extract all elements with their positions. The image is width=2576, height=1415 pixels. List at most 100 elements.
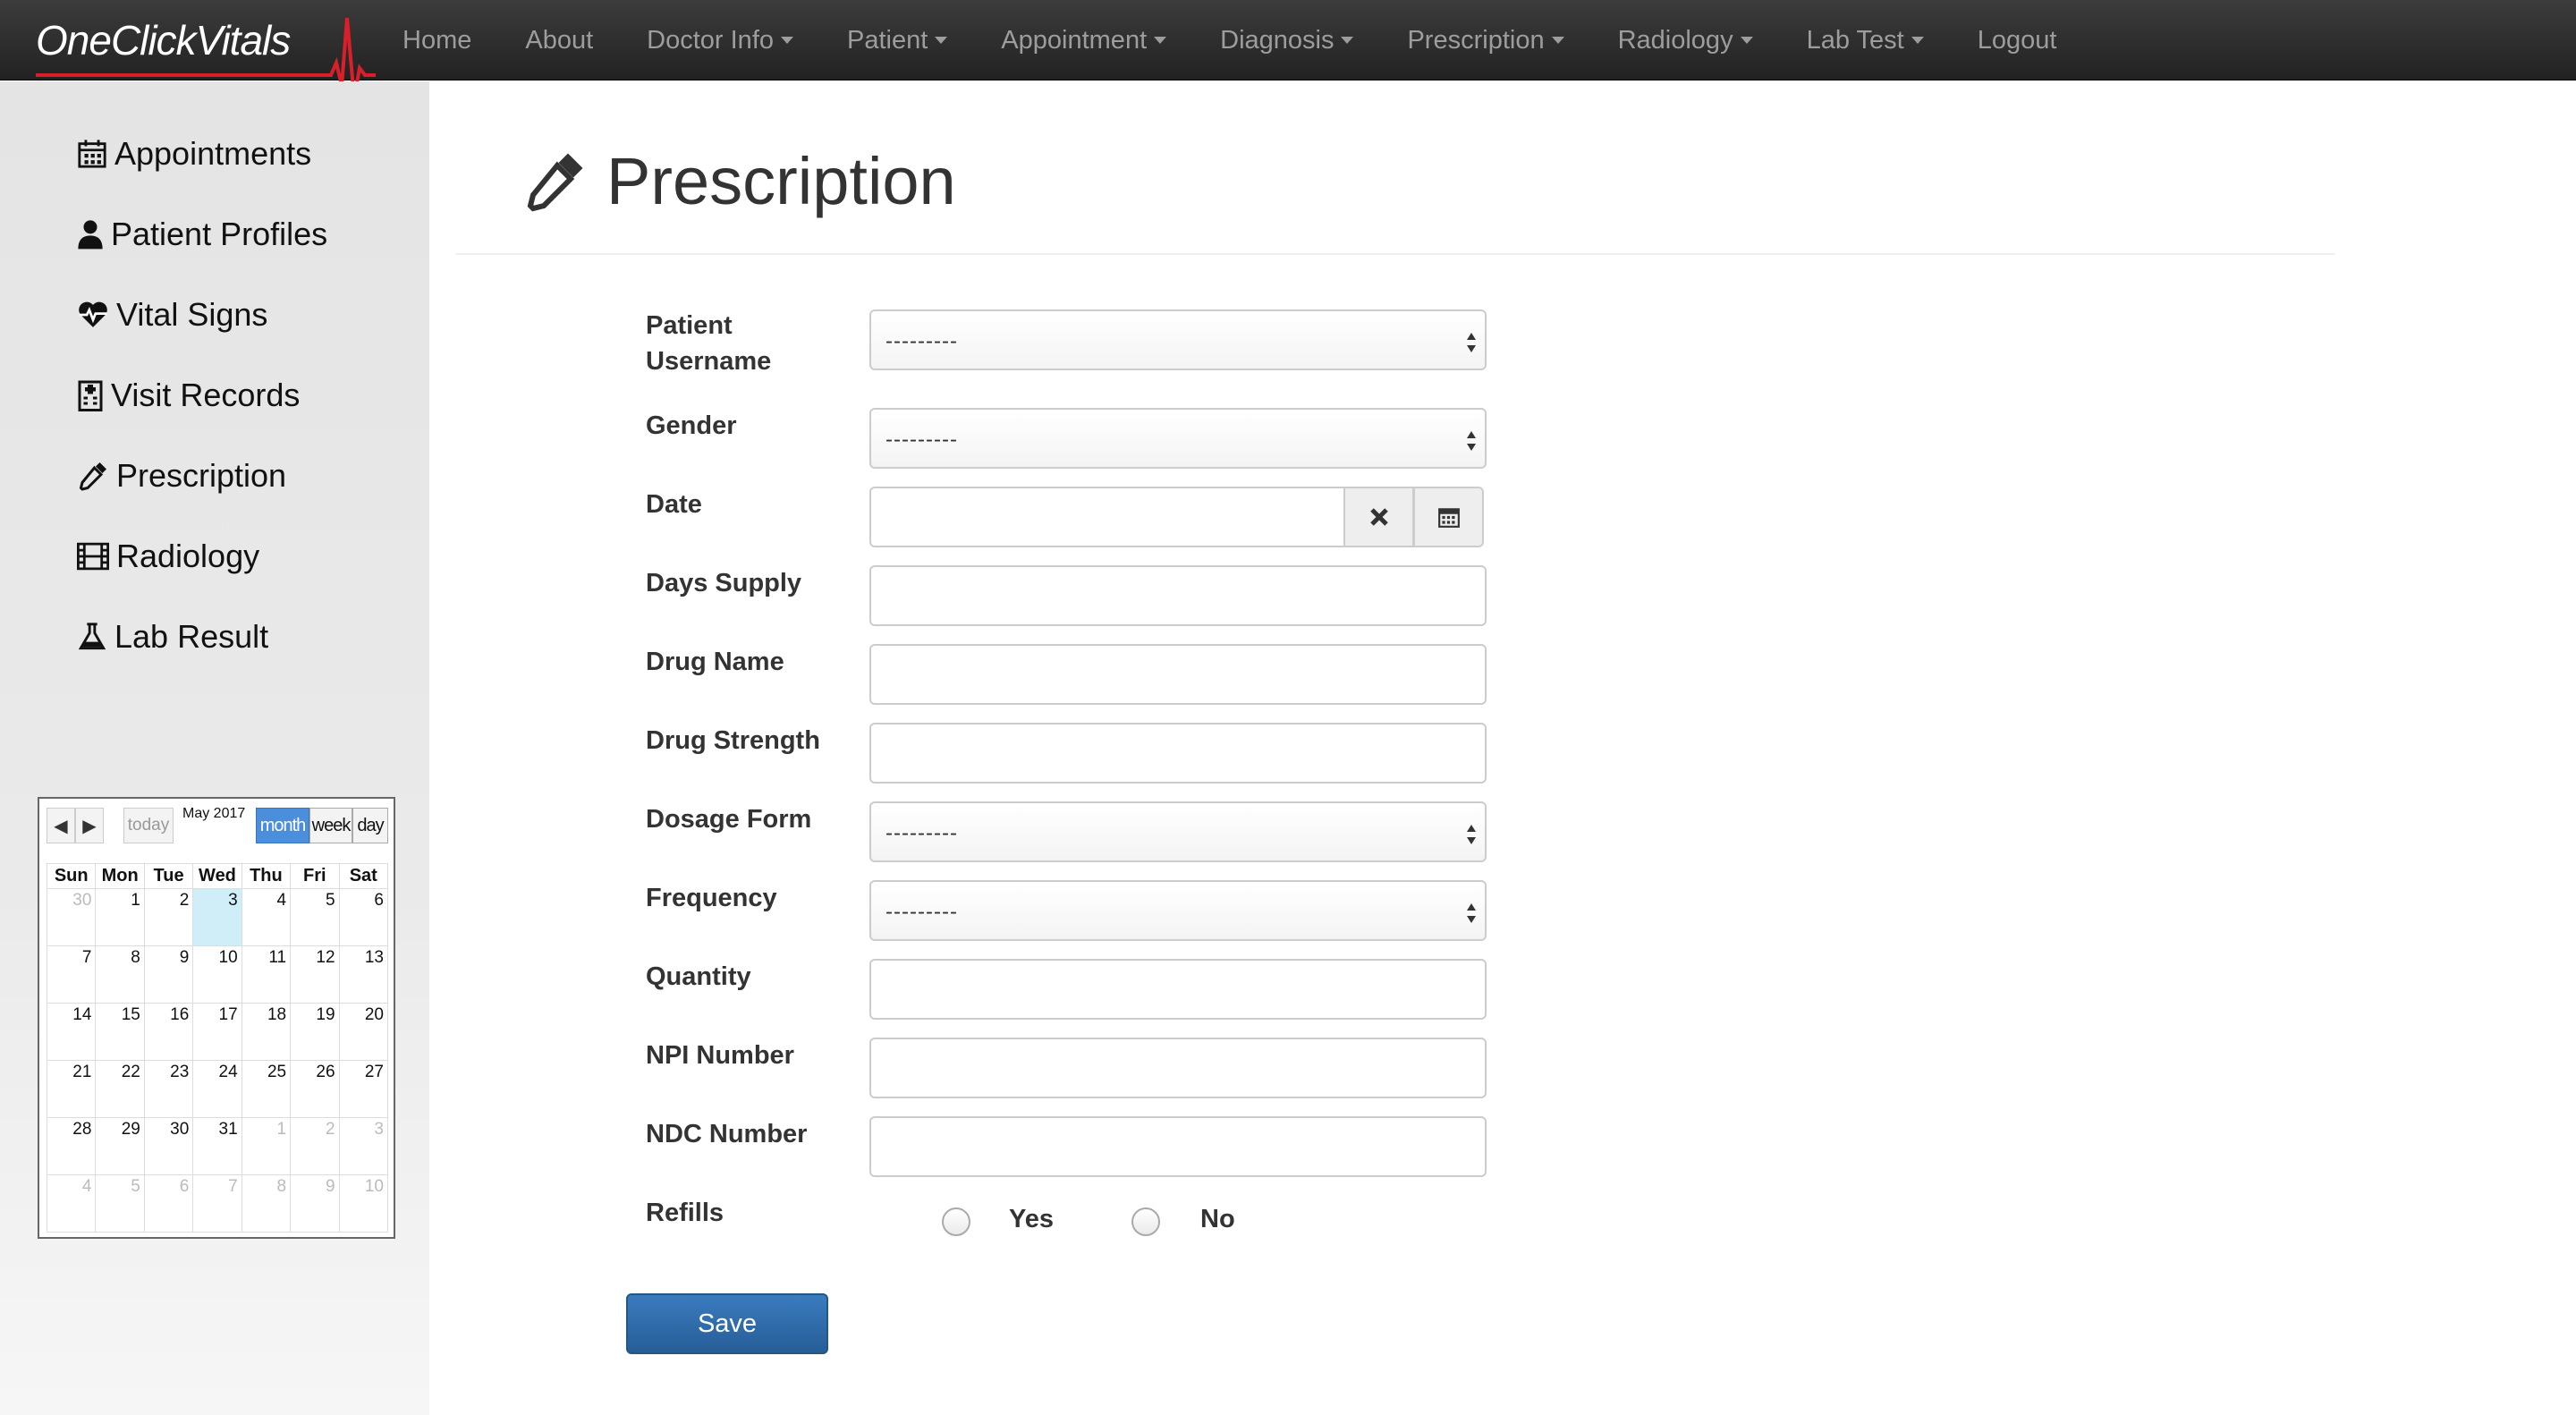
calendar-day[interactable]: 7: [192, 1174, 242, 1233]
calendar-day[interactable]: 12: [290, 945, 340, 1004]
date-input[interactable]: [869, 487, 1345, 547]
nav-about[interactable]: About: [525, 26, 593, 55]
calendar-day[interactable]: 2: [143, 888, 194, 946]
ndc-number-label: NDC Number: [646, 1120, 808, 1148]
nav-prescription[interactable]: Prescription: [1407, 26, 1564, 55]
sidebar-item-prescription[interactable]: Prescription: [77, 457, 286, 495]
nav-logout[interactable]: Logout: [1978, 26, 2057, 55]
calendar-day[interactable]: 6: [338, 888, 389, 946]
calendar-day[interactable]: 15: [95, 1003, 145, 1061]
calendar-day-today[interactable]: 3: [192, 888, 242, 946]
calendar-day[interactable]: 3: [338, 1117, 389, 1175]
calendar-today-button[interactable]: today: [123, 808, 174, 843]
select-value: ---------: [886, 329, 958, 353]
calendar-day[interactable]: 9: [143, 945, 194, 1004]
calendar-day[interactable]: 24: [192, 1060, 242, 1118]
calendar-prev-button[interactable]: ◀: [47, 808, 75, 843]
sidebar-item-radiology[interactable]: Radiology: [77, 538, 259, 575]
gender-select[interactable]: ---------: [869, 408, 1487, 469]
sidebar-item-visit-records[interactable]: Visit Records: [77, 377, 300, 414]
calendar-day[interactable]: 4: [241, 888, 292, 946]
calendar-day[interactable]: 22: [95, 1060, 145, 1118]
calendar-day[interactable]: 21: [46, 1060, 97, 1118]
weekday-header: Sat: [338, 863, 389, 889]
triangle-left-icon: ◀: [54, 816, 68, 836]
days-supply-input[interactable]: [869, 565, 1487, 626]
calendar-day[interactable]: 13: [338, 945, 389, 1004]
film-icon: [77, 542, 109, 571]
dosage-form-label: Dosage Form: [646, 805, 812, 834]
calendar-month-view-button[interactable]: month: [256, 808, 309, 843]
calendar-day[interactable]: 25: [241, 1060, 292, 1118]
npi-number-input[interactable]: [869, 1038, 1487, 1098]
calendar-day[interactable]: 27: [338, 1060, 389, 1118]
select-value: ---------: [886, 900, 958, 924]
quantity-input[interactable]: [869, 959, 1487, 1020]
calendar-day[interactable]: 14: [46, 1003, 97, 1061]
nav-doctor-info[interactable]: Doctor Info: [647, 26, 793, 55]
calendar-day[interactable]: 5: [290, 888, 340, 946]
calendar-day[interactable]: 26: [290, 1060, 340, 1118]
page-title: Prescription: [606, 144, 956, 218]
open-datepicker-button[interactable]: [1413, 487, 1484, 547]
ndc-number-input[interactable]: [869, 1116, 1487, 1177]
weekday-header: Tue: [143, 863, 194, 889]
frequency-select[interactable]: ---------: [869, 880, 1487, 941]
calendar-next-button[interactable]: ▶: [75, 808, 104, 843]
nav-diagnosis[interactable]: Diagnosis: [1220, 26, 1354, 55]
nav-lab-test[interactable]: Lab Test: [1807, 26, 1924, 55]
save-button[interactable]: Save: [626, 1293, 828, 1354]
calendar-day[interactable]: 9: [290, 1174, 340, 1233]
calendar-day-view-button[interactable]: day: [352, 808, 388, 843]
sidebar-item-lab-result[interactable]: Lab Result: [77, 618, 268, 656]
select-arrows-icon: [1467, 903, 1476, 923]
calendar-day[interactable]: 7: [46, 945, 97, 1004]
refills-yes-radio[interactable]: [942, 1207, 970, 1236]
calendar-day[interactable]: 8: [95, 945, 145, 1004]
drug-name-input[interactable]: [869, 644, 1487, 705]
select-value: ---------: [886, 821, 958, 845]
calendar-day[interactable]: 18: [241, 1003, 292, 1061]
calendar-day[interactable]: 29: [95, 1117, 145, 1175]
header-divider: [456, 253, 2334, 255]
sidebar-item-patient-profiles[interactable]: Patient Profiles: [77, 216, 327, 253]
calendar-day[interactable]: 1: [95, 888, 145, 946]
caret-down-icon: [781, 37, 793, 44]
nav-radiology[interactable]: Radiology: [1618, 26, 1753, 55]
calendar-day[interactable]: 17: [192, 1003, 242, 1061]
nav-appointment[interactable]: Appointment: [1001, 26, 1167, 55]
nav-patient[interactable]: Patient: [847, 26, 948, 55]
caret-down-icon: [1911, 37, 1924, 44]
calendar-day[interactable]: 5: [95, 1174, 145, 1233]
calendar-day[interactable]: 1: [241, 1117, 292, 1175]
clear-date-button[interactable]: [1343, 487, 1414, 547]
calendar-grid: Sun Mon Tue Wed Thu Fri Sat 30 1 2 3 4 5: [46, 863, 389, 1233]
brand-logo[interactable]: OneClickVitals: [36, 9, 376, 98]
calendar-day[interactable]: 10: [338, 1174, 389, 1233]
calendar-day[interactable]: 31: [192, 1117, 242, 1175]
calendar-day[interactable]: 6: [143, 1174, 194, 1233]
calendar-day[interactable]: 16: [143, 1003, 194, 1061]
dosage-form-select[interactable]: ---------: [869, 801, 1487, 862]
user-icon: [78, 220, 103, 250]
calendar-day[interactable]: 4: [46, 1174, 97, 1233]
calendar-week-view-button[interactable]: week: [309, 808, 352, 843]
calendar-day[interactable]: 8: [241, 1174, 292, 1233]
calendar-day[interactable]: 30: [46, 888, 97, 946]
nav-home[interactable]: Home: [402, 26, 471, 55]
calendar-day[interactable]: 23: [143, 1060, 194, 1118]
calendar-day[interactable]: 30: [143, 1117, 194, 1175]
sidebar-item-appointments[interactable]: Appointments: [77, 135, 311, 173]
drug-strength-input[interactable]: [869, 723, 1487, 784]
calendar-day[interactable]: 28: [46, 1117, 97, 1175]
mini-calendar: ◀ ▶ today May 2017 month week day Sun Mo…: [38, 797, 395, 1239]
calendar-day[interactable]: 10: [192, 945, 242, 1004]
sidebar-item-label: Patient Profiles: [111, 216, 328, 252]
patient-username-select[interactable]: ---------: [869, 309, 1487, 370]
sidebar-item-vital-signs[interactable]: Vital Signs: [77, 296, 267, 334]
refills-no-radio[interactable]: [1131, 1207, 1160, 1236]
calendar-day[interactable]: 2: [290, 1117, 340, 1175]
calendar-day[interactable]: 19: [290, 1003, 340, 1061]
calendar-day[interactable]: 11: [241, 945, 292, 1004]
calendar-day[interactable]: 20: [338, 1003, 389, 1061]
